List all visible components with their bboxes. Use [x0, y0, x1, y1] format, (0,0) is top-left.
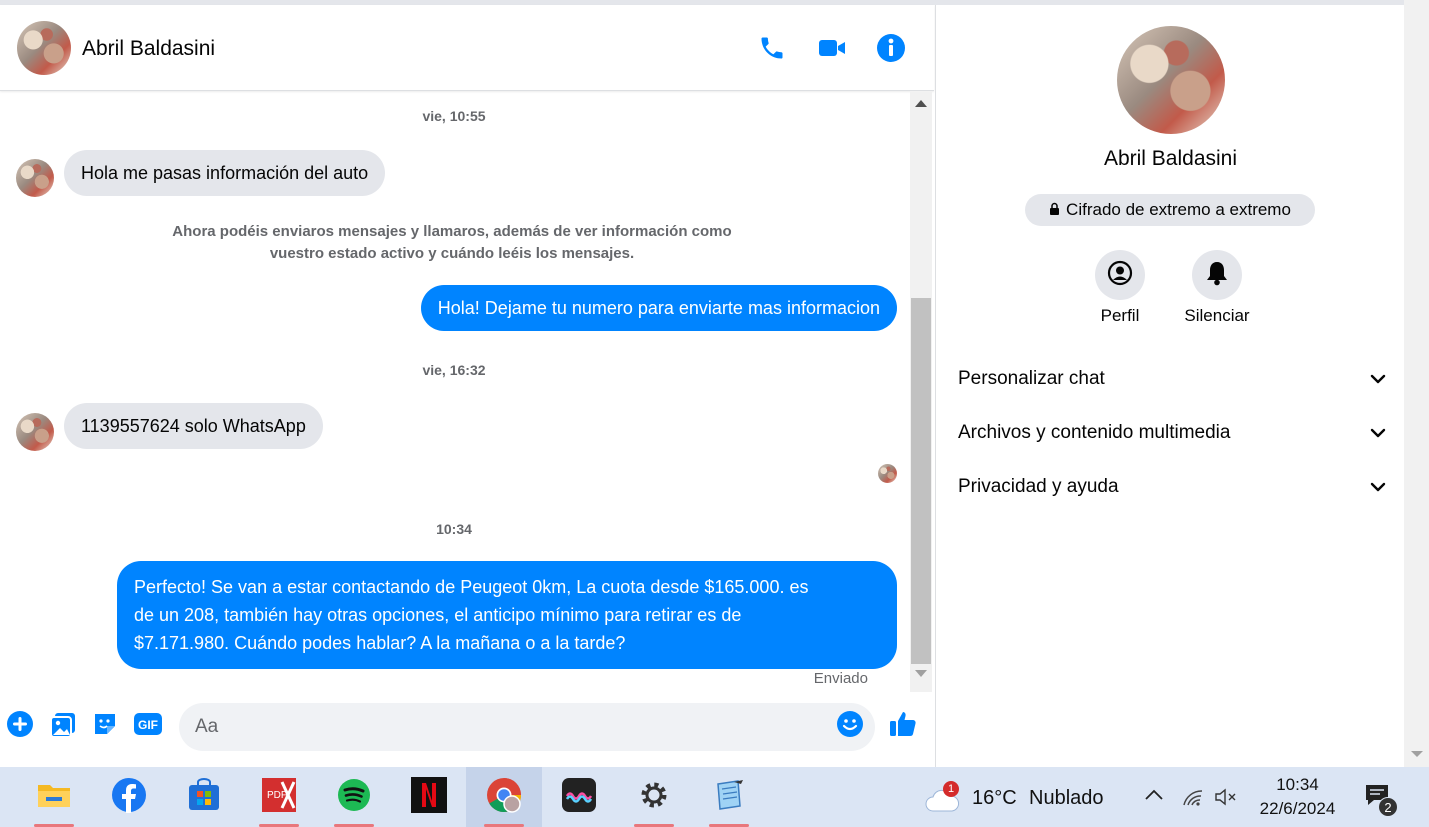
- profile-icon: [1107, 260, 1133, 291]
- netflix-app[interactable]: [391, 767, 467, 827]
- chrome-app[interactable]: [466, 767, 542, 827]
- outgoing-message[interactable]: Perfecto! Se van a estar contactando de …: [117, 561, 897, 669]
- svg-text:GIF: GIF: [138, 718, 158, 732]
- system-notice-line: vuestro estado activo y cuándo leéis los…: [269, 245, 635, 262]
- netflix-icon: [411, 776, 447, 818]
- taskbar: PDF 1 16°C Nublado 10:34 22/6/2024 2: [0, 767, 1429, 827]
- wifi-icon[interactable]: [1182, 787, 1204, 812]
- panel-contact-avatar[interactable]: [1117, 26, 1225, 134]
- gear-icon: [638, 779, 670, 816]
- mute-label: Silenciar: [1184, 306, 1250, 325]
- section-label: Personalizar chat: [958, 368, 1105, 389]
- add-icon[interactable]: [5, 709, 35, 739]
- weather-widget[interactable]: 1: [924, 781, 964, 813]
- video-call-icon[interactable]: [816, 32, 848, 64]
- scroll-down-arrow[interactable]: [915, 670, 927, 677]
- chevron-up-icon[interactable]: [1144, 787, 1164, 806]
- profile-label: Perfil: [1100, 306, 1140, 325]
- file-explorer-app[interactable]: [16, 767, 92, 827]
- delivery-status: Enviado: [813, 670, 868, 687]
- incoming-message[interactable]: 1139557624 solo WhatsApp: [64, 403, 323, 449]
- sender-avatar[interactable]: [16, 159, 54, 197]
- chat-scrollbar[interactable]: [910, 92, 932, 692]
- clock-time: 10:34: [1276, 775, 1319, 794]
- message-line: Perfecto! Se van a estar contactando de …: [134, 577, 809, 597]
- section-customize-chat[interactable]: Personalizar chat: [958, 359, 1386, 399]
- weather-condition[interactable]: Nublado: [1029, 787, 1104, 810]
- emoji-icon[interactable]: [835, 709, 865, 739]
- outgoing-message[interactable]: Hola! Dejame tu numero para enviarte mas…: [420, 285, 897, 331]
- scroll-down-arrow[interactable]: [1411, 751, 1423, 757]
- chat-pane: Abril Baldasini vie, 10:55 Hola me pasas…: [0, 5, 934, 767]
- notepad-icon: [712, 778, 746, 817]
- lock-icon: [1049, 200, 1060, 220]
- sticker-icon[interactable]: [90, 709, 120, 739]
- timestamp: vie, 10:55: [422, 108, 486, 124]
- message-line: de un 208, también hay otras opciones, e…: [134, 605, 742, 625]
- phone-icon[interactable]: [756, 32, 788, 64]
- chevron-down-icon: [1370, 422, 1386, 444]
- chevron-down-icon: [1370, 368, 1386, 390]
- section-label: Archivos y contenido multimedia: [958, 422, 1231, 443]
- profile-button[interactable]: [1095, 250, 1145, 300]
- message-line: $7.171.980. Cuándo podes hablar? A la ma…: [134, 633, 626, 653]
- info-icon[interactable]: [875, 32, 907, 64]
- spotify-icon: [337, 778, 371, 817]
- weather-alert-badge: 1: [943, 781, 959, 797]
- svg-text:PDF: PDF: [267, 790, 287, 801]
- message-composer: GIF: [0, 699, 934, 759]
- launcher-icon: [561, 777, 597, 818]
- contact-avatar[interactable]: [17, 21, 71, 75]
- incoming-message[interactable]: Hola me pasas información del auto: [64, 150, 386, 196]
- page-scrollbar[interactable]: [1404, 0, 1429, 767]
- clock-date: 22/6/2024: [1259, 799, 1336, 818]
- like-thumb-icon[interactable]: [888, 709, 918, 739]
- store-icon: [187, 777, 221, 817]
- chevron-down-icon: [1370, 476, 1386, 498]
- temperature[interactable]: 16°C: [972, 787, 1017, 810]
- notification-count: 2: [1378, 797, 1398, 817]
- message-list[interactable]: vie, 10:55 Hola me pasas información del…: [0, 92, 908, 692]
- pdf-viewer-app[interactable]: PDF: [241, 767, 317, 827]
- section-privacy-help[interactable]: Privacidad y ayuda: [958, 467, 1386, 507]
- folder-icon: [37, 781, 71, 814]
- scroll-up-arrow[interactable]: [915, 100, 927, 107]
- messenger-window: Abril Baldasini vie, 10:55 Hola me pasas…: [0, 0, 1429, 827]
- chrome-icon: [485, 776, 523, 819]
- message-input[interactable]: [179, 703, 875, 751]
- chat-header: Abril Baldasini: [0, 5, 934, 91]
- notification-center[interactable]: 2: [1364, 783, 1404, 817]
- conversation-info-panel: Abril Baldasini Cifrado de extremo a ext…: [935, 5, 1404, 767]
- encryption-label: Cifrado de extremo a extremo: [1066, 200, 1291, 219]
- pdf-icon: PDF: [260, 776, 298, 819]
- encryption-badge[interactable]: Cifrado de extremo a extremo: [1025, 194, 1315, 226]
- section-label: Privacidad y ayuda: [958, 476, 1119, 497]
- facebook-icon: [111, 777, 147, 818]
- timestamp: vie, 16:32: [422, 362, 486, 378]
- seen-indicator-avatar: [878, 464, 897, 483]
- microsoft-store-app[interactable]: [166, 767, 242, 827]
- mute-button[interactable]: [1192, 250, 1242, 300]
- volume-muted-icon[interactable]: [1214, 787, 1238, 812]
- scroll-thumb[interactable]: [911, 298, 931, 664]
- contact-name[interactable]: Abril Baldasini: [82, 37, 215, 61]
- timestamp: 10:34: [436, 521, 472, 537]
- system-notice-line: Ahora podéis enviaros mensajes y llamaro…: [172, 223, 732, 240]
- app-launcher[interactable]: [541, 767, 617, 827]
- system-clock[interactable]: 10:34 22/6/2024: [1250, 773, 1345, 821]
- bell-icon: [1205, 260, 1229, 291]
- section-files-media[interactable]: Archivos y contenido multimedia: [958, 413, 1386, 453]
- photo-icon[interactable]: [48, 709, 78, 739]
- settings-app[interactable]: [616, 767, 692, 827]
- system-notice: Ahora podéis enviaros mensajes y llamaro…: [152, 221, 752, 265]
- gif-icon[interactable]: GIF: [133, 709, 163, 739]
- facebook-app[interactable]: [91, 767, 167, 827]
- panel-contact-name: Abril Baldasini: [1103, 147, 1238, 170]
- sender-avatar[interactable]: [16, 413, 54, 451]
- spotify-app[interactable]: [316, 767, 392, 827]
- notepad-app[interactable]: [691, 767, 767, 827]
